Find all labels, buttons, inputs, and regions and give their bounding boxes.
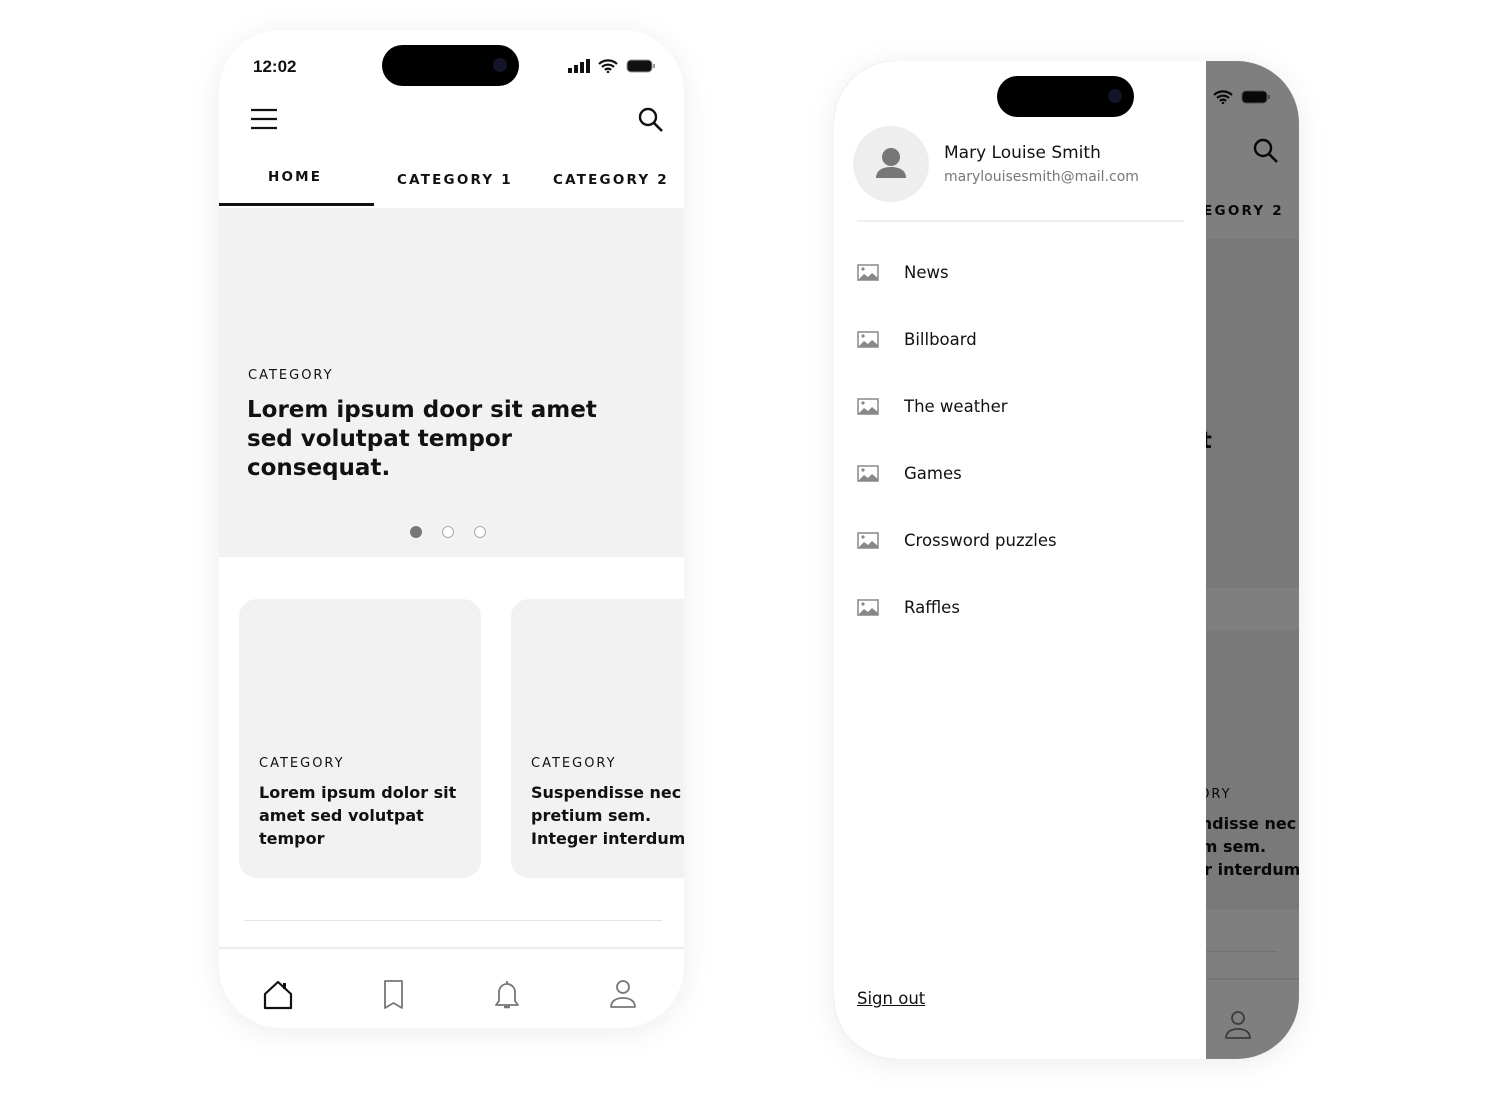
hero-title[interactable]: Lorem ipsum door sit amet sed volutpat t… [247,396,607,483]
card-category: CATEGORY [531,756,617,771]
drawer-item-label: Raffles [904,597,960,617]
hero-carousel[interactable]: CATEGORY Lorem ipsum door sit amet sed v… [219,208,684,557]
search-icon[interactable] [638,107,664,133]
drawer-item[interactable]: The weather [857,391,1008,421]
status-time: 12:02 [253,57,297,76]
article-card[interactable]: CATEGORY Lorem ipsum dolor sit amet sed … [239,599,481,878]
dynamic-island [997,76,1134,117]
phone-home: 12:02 HOME CATEGORY 1 CATEGORY 2 CATEGOR… [219,30,684,1028]
divider [244,920,662,921]
drawer-item[interactable]: Games [857,458,962,488]
tab-home[interactable]: HOME [268,169,322,185]
signal-icon [568,59,590,73]
image-icon [857,531,879,549]
carousel-dots [410,526,486,538]
menu-icon[interactable] [250,107,278,131]
bell-icon[interactable] [490,978,524,1012]
image-icon [857,397,879,415]
carousel-dot[interactable] [442,526,454,538]
category-tabs: HOME CATEGORY 1 CATEGORY 2 [219,160,684,208]
divider [857,220,1184,222]
user-name: Mary Louise Smith [944,143,1101,163]
drawer-item-label: Billboard [904,329,977,349]
camera [493,58,507,72]
bottom-nav [219,947,684,1028]
user-icon[interactable] [606,978,640,1012]
drawer-item[interactable]: Raffles [857,592,960,622]
hero-category: CATEGORY [248,368,334,383]
carousel-dot[interactable] [474,526,486,538]
app-screen: 12:02 HOME CATEGORY 1 CATEGORY 2 CATEGOR… [219,30,684,1028]
article-card[interactable]: CATEGORY Suspendisse nec pretium sem. In… [511,599,684,878]
drawer-item[interactable]: News [857,257,949,287]
drawer-item-label: The weather [904,396,1008,416]
drawer-item[interactable]: Crossword puzzles [857,525,1057,555]
image-icon [857,598,879,616]
home-icon[interactable] [261,978,295,1012]
image-icon [857,464,879,482]
user-email: marylouisesmith@mail.com [944,169,1139,185]
user-avatar-icon [876,148,906,178]
wifi-icon [598,59,618,73]
image-icon [857,263,879,281]
active-tab-indicator [219,203,374,206]
side-drawer: Mary Louise Smith marylouisesmith@mail.c… [834,61,1206,1059]
dynamic-island [382,45,519,86]
avatar [853,126,929,202]
card-category: CATEGORY [259,756,345,771]
phone-drawer: 12:02 HOME CATEGORY 1 CATEGORY 2 CATEGOR… [834,61,1299,1059]
tab-category-2[interactable]: CATEGORY 2 [553,172,669,188]
drawer-item-label: Games [904,463,962,483]
status-icons [568,59,656,73]
drawer-item[interactable]: Billboard [857,324,977,354]
drawer-item-label: News [904,262,949,282]
sign-out-link[interactable]: Sign out [857,989,925,1008]
drawer-item-label: Crossword puzzles [904,530,1057,550]
battery-icon [626,59,655,73]
camera [1108,89,1122,103]
card-title: Suspendisse nec pretium sem. Integer int… [531,783,684,848]
card-title: Lorem ipsum dolor sit amet sed volutpat … [259,783,457,848]
bookmark-icon[interactable] [377,978,411,1012]
tab-category-1[interactable]: CATEGORY 1 [397,172,513,188]
carousel-dot[interactable] [410,526,422,538]
image-icon [857,330,879,348]
